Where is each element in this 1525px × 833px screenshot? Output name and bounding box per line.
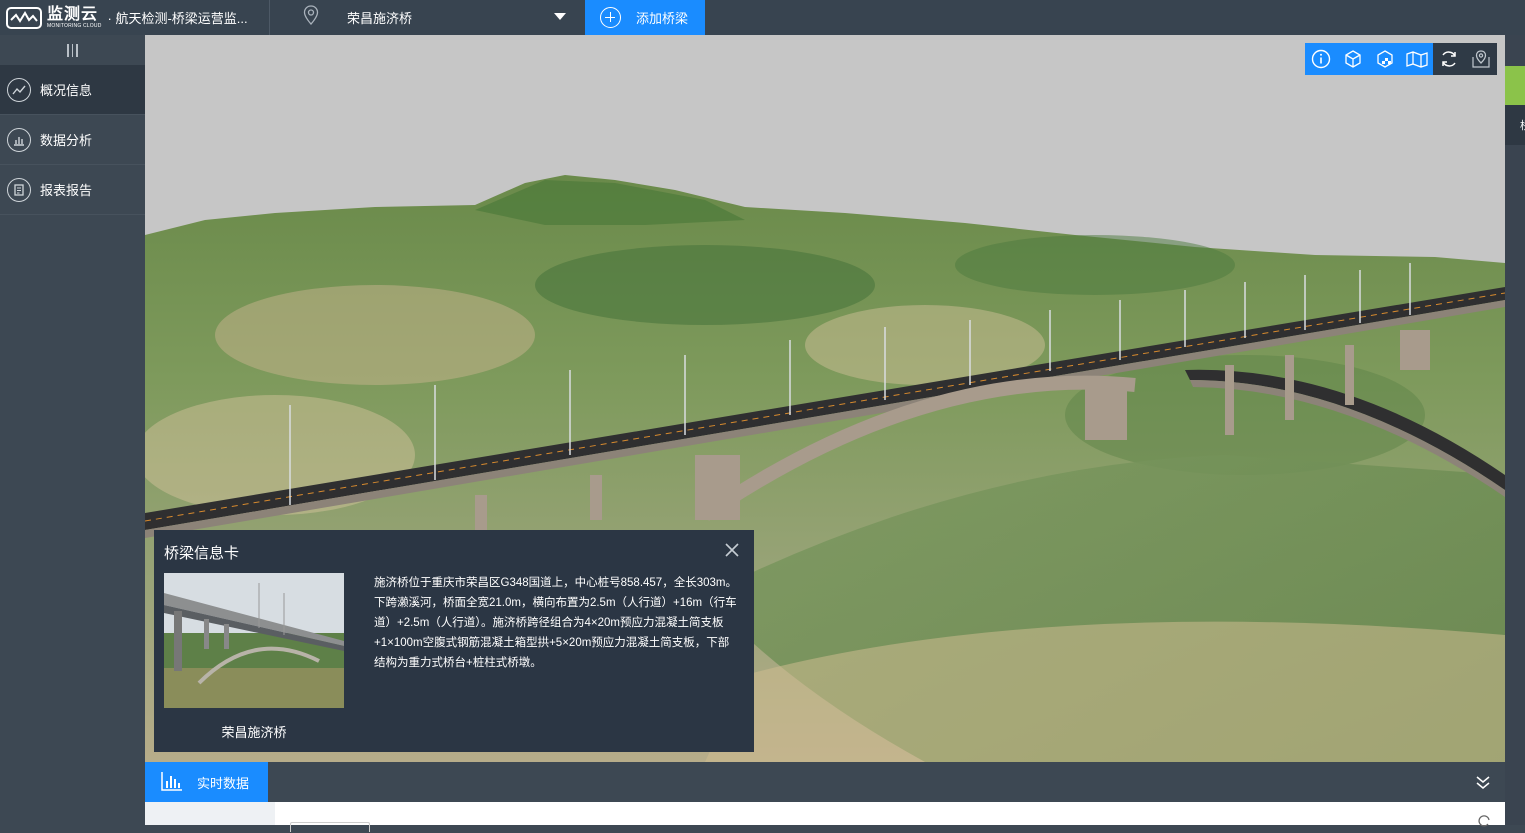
collapse-panel-icon[interactable] (1475, 774, 1491, 790)
location-map-icon[interactable] (1465, 43, 1497, 75)
logo-cn: 监测云 (47, 5, 99, 23)
chevron-down-icon[interactable] (554, 13, 566, 20)
add-bridge-label: 添加桥梁 (636, 11, 689, 26)
texture-cube-icon[interactable] (1369, 43, 1401, 75)
logo-en: MONITORING CLOUD (47, 22, 102, 29)
panel-left-column (145, 802, 275, 825)
location-pin-icon (303, 5, 319, 30)
top-bar: 监测云 MONITORING CLOUD · 航天检测-桥梁运营监... 荣昌施… (0, 0, 1525, 35)
monitoring-cloud-logo-icon (6, 6, 42, 29)
right-side-panel-strip: 桥 (1505, 35, 1525, 825)
status-indicator (1505, 66, 1525, 105)
add-bridge-button[interactable]: 添加桥梁 (585, 0, 705, 35)
sidebar: 概况信息 数据分析 报表报告 (0, 35, 145, 825)
realtime-data-panel (145, 802, 1505, 832)
app-title: · 航天检测-桥梁运营监... (107, 11, 248, 26)
sidebar-item-label: 概况信息 (40, 83, 93, 98)
bridge-selector[interactable]: 荣昌施济桥 (286, 0, 584, 35)
logo-text: 监测云 MONITORING CLOUD (47, 5, 102, 29)
sidebar-item-reports[interactable]: 报表报告 (0, 165, 145, 215)
bridge-photo (164, 573, 344, 708)
bottom-panel-header: 实时数据 (145, 762, 1505, 802)
info-icon[interactable] (1305, 43, 1337, 75)
card-title: 桥梁信息卡 (164, 545, 240, 562)
chart-icon (7, 127, 31, 152)
filter-input[interactable] (290, 822, 370, 832)
refresh-icon[interactable] (1433, 43, 1465, 75)
sidebar-collapse-handle[interactable] (0, 35, 145, 65)
realtime-tab-label: 实时数据 (197, 775, 250, 791)
bar-chart-icon (161, 771, 183, 794)
report-icon (7, 177, 31, 202)
sidebar-item-data-analysis[interactable]: 数据分析 (0, 115, 145, 165)
map-icon[interactable] (1401, 43, 1433, 75)
sidebar-item-overview[interactable]: 概况信息 (0, 65, 145, 115)
side-tab[interactable]: 桥 (1505, 105, 1525, 145)
refresh-icon[interactable] (1477, 814, 1491, 833)
selected-bridge-label: 荣昌施济桥 (347, 11, 413, 26)
viewport-toolbar (1305, 43, 1497, 75)
logo[interactable]: 监测云 MONITORING CLOUD · 航天检测-桥梁运营监... (0, 0, 270, 35)
bridge-name: 荣昌施济桥 (221, 725, 287, 740)
close-icon[interactable] (724, 542, 740, 558)
overview-icon (7, 77, 31, 102)
bridge-info-card: 桥梁信息卡 荣昌施济桥 施济桥位于重庆市荣昌区G348国道上，中心桩号858.4… (154, 530, 754, 752)
sidebar-item-label: 数据分析 (40, 133, 93, 148)
sidebar-item-label: 报表报告 (40, 183, 93, 198)
bridge-description: 施济桥位于重庆市荣昌区G348国道上，中心桩号858.457，全长303m。下跨… (374, 577, 737, 669)
cube-icon[interactable] (1337, 43, 1369, 75)
tab-realtime-data[interactable]: 实时数据 (145, 762, 268, 802)
plus-circle-icon (600, 7, 621, 28)
